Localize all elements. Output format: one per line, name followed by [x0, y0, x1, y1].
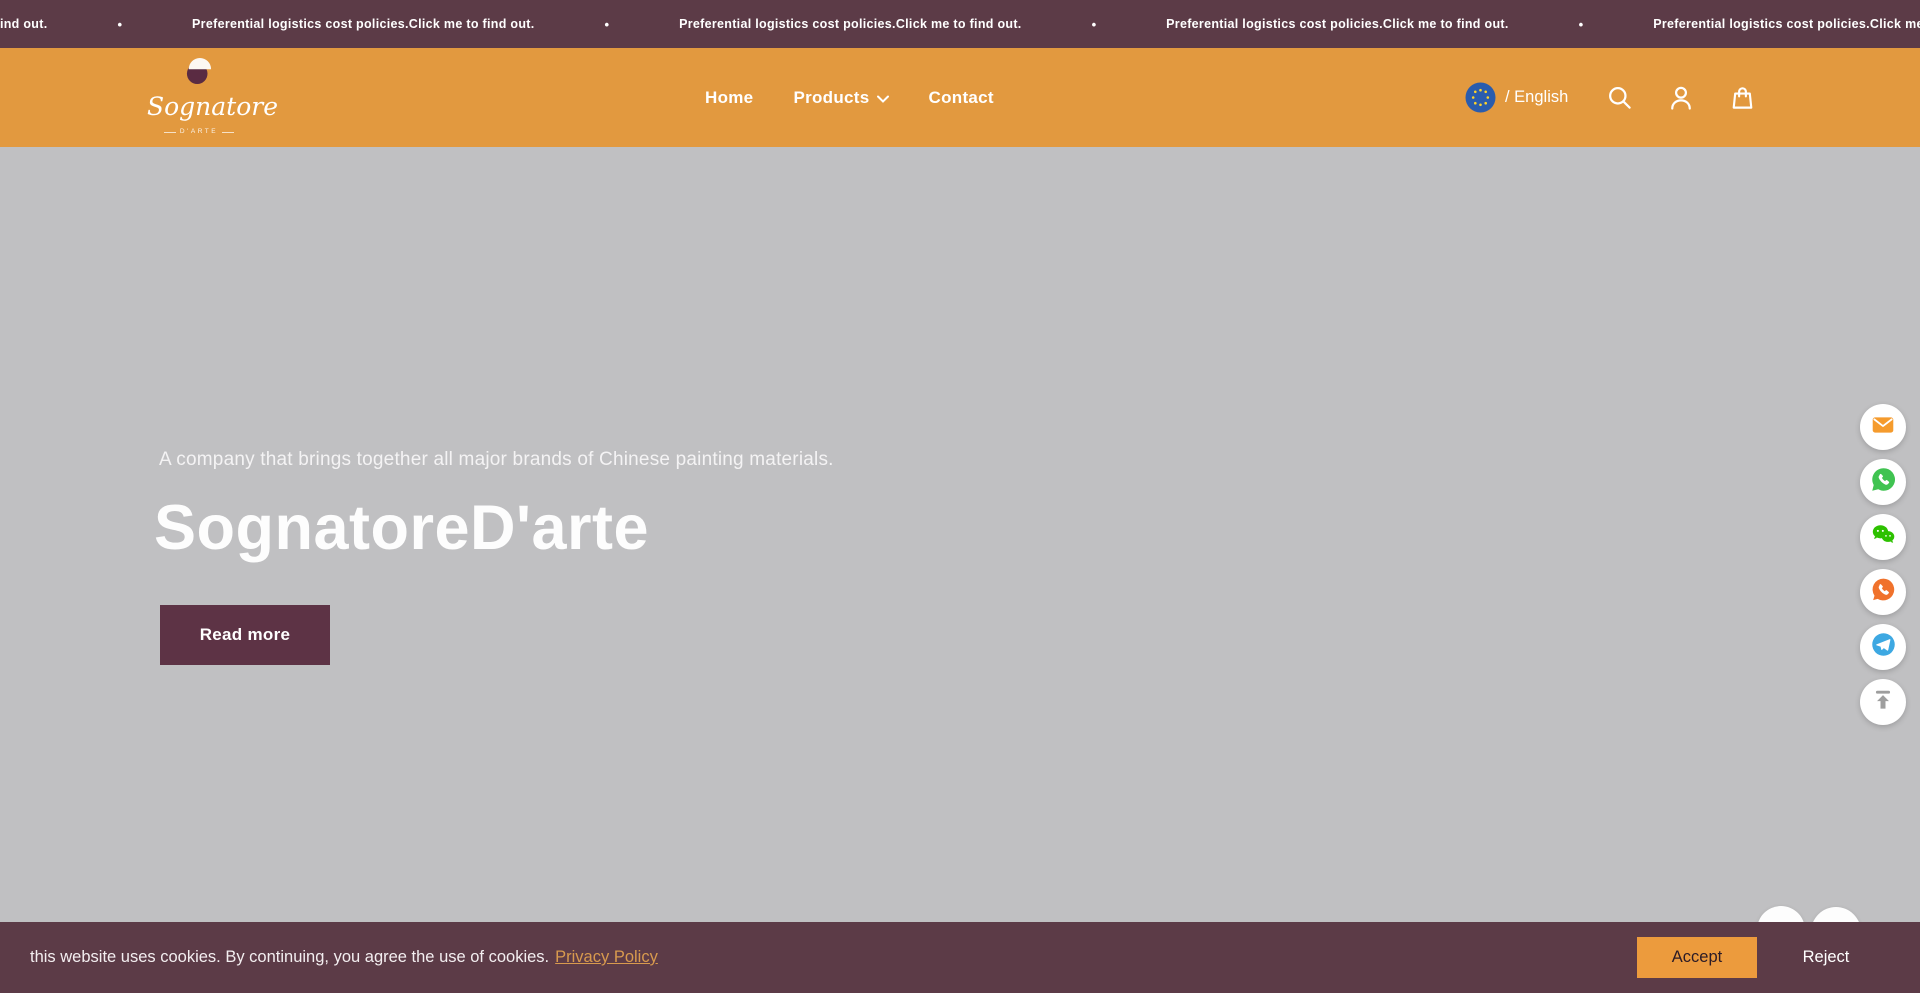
search-icon[interactable]: [1606, 84, 1633, 111]
phone-icon: [1870, 576, 1897, 608]
logo-subtitle: D'ARTE: [164, 128, 234, 135]
whatsapp-button[interactable]: [1860, 459, 1906, 505]
hero-title: SognatoreD'arte: [154, 497, 649, 560]
hero-section: [0, 147, 1920, 993]
read-more-button[interactable]: Read more: [160, 605, 330, 665]
announcement-text[interactable]: Preferential logistics cost policies.Cli…: [192, 17, 534, 31]
header-actions: / English: [1465, 48, 1756, 147]
email-button[interactable]: [1860, 404, 1906, 450]
announcement-track: Preferential logistics cost policies.Cli…: [0, 0, 1920, 48]
nav-item-products-label: Products: [793, 88, 869, 108]
nav-item-products[interactable]: Products: [793, 88, 888, 108]
floating-contact-stack: [1860, 404, 1906, 725]
language-selector[interactable]: / English: [1505, 88, 1568, 107]
announcement-text[interactable]: Preferential logistics cost policies.Cli…: [0, 17, 47, 31]
back-to-top-button[interactable]: [1860, 679, 1906, 725]
logo-name: Sognatore: [147, 94, 251, 120]
nav-item-contact[interactable]: Contact: [929, 88, 994, 108]
accept-cookies-button[interactable]: Accept: [1637, 937, 1757, 978]
cookie-consent-bar: this website uses cookies. By continuing…: [0, 922, 1920, 993]
logo[interactable]: Sognatore D'ARTE: [147, 54, 251, 138]
cookie-message: this website uses cookies. By continuing…: [30, 922, 658, 993]
logo-icon: [179, 75, 219, 92]
announcement-separator: •: [117, 17, 122, 32]
main-nav: Home Products Contact: [705, 48, 994, 147]
email-icon: [1870, 412, 1896, 443]
announcement-text[interactable]: Preferential logistics cost policies.Cli…: [679, 17, 1021, 31]
announcement-text[interactable]: Preferential logistics cost policies.Cli…: [1166, 17, 1508, 31]
announcement-separator: •: [605, 17, 610, 32]
page: Preferential logistics cost policies.Cli…: [0, 0, 1920, 993]
wechat-button[interactable]: [1860, 514, 1906, 560]
announcement-text[interactable]: Preferential logistics cost policies.Cli…: [1653, 17, 1920, 31]
hero-tagline: A company that brings together all major…: [159, 449, 834, 471]
account-icon[interactable]: [1667, 84, 1695, 112]
nav-item-home[interactable]: Home: [705, 88, 753, 108]
chevron-down-icon: [877, 88, 889, 108]
cart-icon[interactable]: [1729, 84, 1756, 111]
wechat-icon: [1870, 521, 1897, 553]
telegram-button[interactable]: [1860, 624, 1906, 670]
privacy-policy-link[interactable]: Privacy Policy: [555, 948, 658, 967]
cookie-message-text: this website uses cookies. By continuing…: [30, 948, 549, 967]
telegram-icon: [1870, 631, 1897, 663]
site-header: Sognatore D'ARTE Home Products Contact: [0, 48, 1920, 147]
eu-flag-icon[interactable]: [1465, 82, 1496, 113]
announcement-separator: •: [1579, 17, 1584, 32]
announcement-separator: •: [1092, 17, 1097, 32]
back-to-top-icon: [1870, 687, 1896, 718]
phone-button[interactable]: [1860, 569, 1906, 615]
announcement-bar: Preferential logistics cost policies.Cli…: [0, 0, 1920, 48]
whatsapp-icon: [1870, 466, 1897, 498]
reject-cookies-button[interactable]: Reject: [1786, 937, 1866, 978]
